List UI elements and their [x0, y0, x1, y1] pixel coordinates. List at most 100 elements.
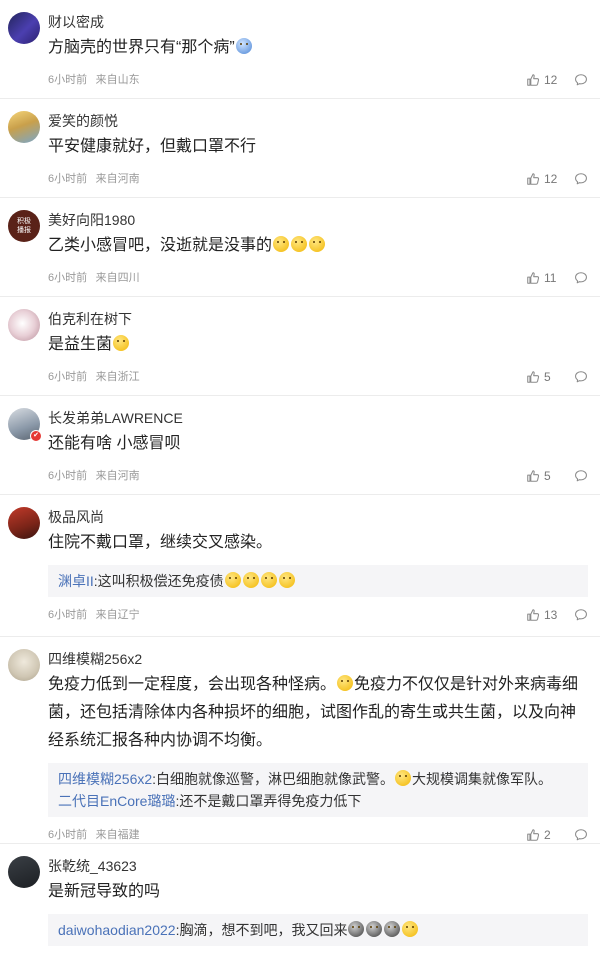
username[interactable]: 张乾统_43623 — [48, 856, 588, 876]
location: 来自河南 — [95, 173, 140, 185]
laugh-cry-emoji — [260, 572, 277, 588]
reply-box: daiwohaodian2022:胸滴，想不到吧，我又回来 — [48, 914, 588, 946]
username[interactable]: 四维模糊256x2 — [48, 649, 588, 669]
angry-face-emoji — [113, 335, 130, 351]
comment-actions: 5 — [526, 367, 588, 387]
location: 来自辽宁 — [95, 609, 140, 621]
reply-username[interactable]: 二代目EnCore璐璐 — [58, 793, 175, 809]
timestamp: 6小时前 — [48, 609, 88, 621]
thumbs-up-icon — [527, 470, 540, 482]
thumbs-up-icon — [527, 74, 540, 86]
user-badge-icon: ✔ — [30, 430, 42, 442]
avatar[interactable] — [8, 856, 40, 888]
comment-item: ✔ 长发弟弟LAWRENCE 还能有啥 小感冒呗 6小时前 来自河南 5 — [0, 396, 600, 495]
comment-text: 平安健康就好，但戴口罩不行 — [48, 138, 257, 155]
username[interactable]: 美好向阳1980 — [48, 210, 588, 230]
comment-text: 乙类小感冒吧，没逝就是没事的 — [48, 232, 588, 260]
like-count: 11 — [544, 271, 557, 285]
laugh-cry-emoji — [224, 572, 241, 588]
comment-bubble-icon[interactable] — [574, 608, 588, 622]
comment-text: 是新冠导致的吗 — [48, 883, 161, 900]
timestamp: 6小时前 — [48, 173, 88, 185]
avatar[interactable]: ✔ — [8, 408, 42, 442]
username[interactable]: 财以密成 — [48, 12, 588, 32]
like-button[interactable]: 11 — [526, 271, 558, 285]
thumbs-up-icon — [527, 272, 540, 284]
thumbs-up-icon — [527, 371, 540, 383]
comment-item: 财以密成 方脑壳的世界只有“那个病” 6小时前 来自山东 12 — [0, 0, 600, 99]
like-count: 13 — [544, 608, 558, 622]
laugh-cry-emoji — [278, 572, 295, 588]
comment-item: 极品风尚 住院不戴口罩，继续交叉感染。 渊卓II:这叫积极偿还免疫债 6小时前 … — [0, 495, 600, 637]
comment-meta: 6小时前 来自河南 12 — [48, 169, 588, 189]
timestamp: 6小时前 — [48, 272, 88, 284]
comment-meta: 6小时前 来自浙江 5 — [48, 367, 588, 387]
comment-bubble-icon[interactable] — [574, 271, 588, 285]
timestamp: 6小时前 — [48, 470, 88, 482]
avatar[interactable] — [8, 649, 40, 681]
grimace-emoji — [309, 236, 326, 252]
comment-bubble-icon[interactable] — [574, 828, 588, 842]
timestamp: 6小时前 — [48, 74, 88, 86]
location: 来自浙江 — [95, 371, 140, 383]
location: 来自河南 — [95, 470, 140, 482]
comment-text: 还能有啥 小感冒呗 — [48, 435, 181, 452]
comment-item: 四维模糊256x2 免疫力低到一定程度，会出现各种怪病。 免疫力不仅仅是针对外来病… — [0, 637, 600, 844]
comment-bubble-icon[interactable] — [574, 73, 588, 87]
reply-item: 四维模糊256x2:白细胞就像巡警，淋巴细胞就像武警。 大规模调集就像军队。 — [58, 770, 553, 787]
location: 来自四川 — [95, 272, 140, 284]
grimace-emoji — [291, 236, 308, 252]
thumbs-up-icon — [527, 609, 540, 621]
like-count: 5 — [544, 370, 551, 384]
username[interactable]: 爱笑的颜悦 — [48, 111, 588, 131]
comment-meta: 6小时前 来自四川 11 — [48, 268, 588, 288]
reply-box: 渊卓II:这叫积极偿还免疫债 — [48, 565, 588, 597]
reply-item: daiwohaodian2022:胸滴，想不到吧，我又回来 — [58, 919, 578, 941]
reply-item: 渊卓II:这叫积极偿还免疫债 — [58, 570, 578, 592]
reply-item: 二代目EnCore璐璐:还不是戴口罩弄得免疫力低下 — [58, 793, 362, 809]
comment-meta: 6小时前 来自辽宁 13 — [48, 605, 588, 625]
comment-bubble-icon[interactable] — [574, 469, 588, 483]
comment-actions: 5 — [526, 466, 588, 486]
like-button[interactable]: 2 — [526, 828, 558, 842]
reply-username[interactable]: daiwohaodian2022 — [58, 922, 176, 938]
like-count: 5 — [544, 469, 551, 483]
comment-item: 伯克利在树下 是益生菌 6小时前 来自浙江 5 — [0, 297, 600, 396]
comment-meta: 6小时前 来自河南 5 — [48, 466, 588, 486]
timestamp: 6小时前 — [48, 829, 88, 841]
comment-item: 张乾统_43623 是新冠导致的吗 daiwohaodian2022:胸滴，想不… — [0, 844, 600, 953]
avatar[interactable] — [8, 12, 40, 44]
like-count: 12 — [544, 73, 558, 87]
like-count: 12 — [544, 172, 558, 186]
thumbs-up-icon — [527, 829, 540, 841]
avatar[interactable] — [8, 507, 40, 539]
avatar[interactable] — [8, 111, 40, 143]
like-button[interactable]: 5 — [526, 370, 558, 384]
comment-item: 爱笑的颜悦 平安健康就好，但戴口罩不行 6小时前 来自河南 12 — [0, 99, 600, 198]
avatar[interactable]: 积极 播报 — [8, 210, 40, 242]
username[interactable]: 伯克利在树下 — [48, 309, 588, 329]
tongue-face-emoji — [395, 770, 412, 786]
tongue-face-emoji — [337, 675, 354, 691]
like-button[interactable]: 13 — [526, 608, 558, 622]
comment-meta: 6小时前 来自福建 2 — [48, 825, 588, 845]
skull-emoji — [384, 921, 401, 937]
username[interactable]: 极品风尚 — [48, 507, 588, 527]
like-button[interactable]: 12 — [526, 172, 558, 186]
timestamp: 6小时前 — [48, 371, 88, 383]
comment-bubble-icon[interactable] — [574, 172, 588, 186]
like-button[interactable]: 12 — [526, 73, 558, 87]
reply-username[interactable]: 渊卓II — [58, 573, 94, 589]
comment-actions: 11 — [526, 268, 588, 288]
comment-list: 财以密成 方脑壳的世界只有“那个病” 6小时前 来自山东 12 爱笑的颜悦 平安… — [0, 0, 600, 953]
reply-username[interactable]: 四维模糊256x2 — [58, 771, 152, 787]
bowl-face-emoji — [235, 38, 252, 54]
grimace-emoji — [273, 236, 290, 252]
like-button[interactable]: 5 — [526, 469, 558, 483]
avatar-label: 积极 播报 — [17, 218, 31, 234]
comment-text: 住院不戴口罩，继续交叉感染。 — [48, 534, 273, 551]
username[interactable]: 长发弟弟LAWRENCE — [48, 408, 588, 428]
comment-bubble-icon[interactable] — [574, 370, 588, 384]
avatar[interactable] — [8, 309, 40, 341]
comment-actions: 2 — [526, 825, 588, 845]
